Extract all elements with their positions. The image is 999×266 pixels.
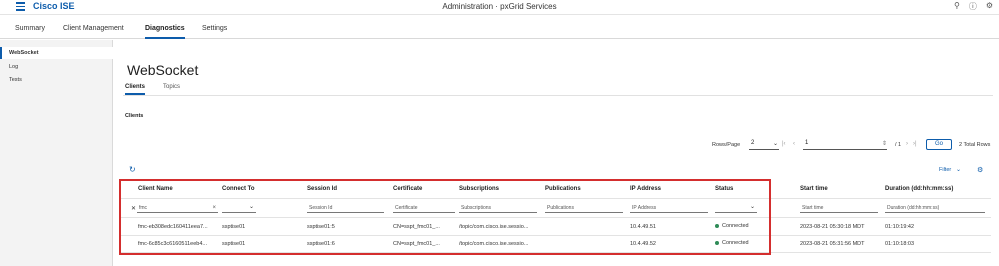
column-header-duration[interactable]: Duration (dd:hh:mm:ss) [885, 186, 953, 192]
tab-client-management[interactable]: Client Management [63, 25, 124, 32]
nav-tabs: Summary Client Management Diagnostics Se… [0, 15, 999, 39]
rows-per-page-value: 2 [751, 140, 755, 146]
settings-icon[interactable]: ⚙ [986, 1, 993, 12]
page-of-label: / 1 [895, 142, 902, 148]
prev-page-icon[interactable]: ‹ [793, 141, 795, 147]
tab-summary[interactable]: Summary [15, 25, 45, 32]
page-number-value: 1 [805, 140, 809, 146]
subtabs-divider [123, 95, 993, 96]
filter-duration[interactable]: Duration (dd:hh:mm:ss) [885, 204, 985, 213]
cell-start-time: 2023-08-21 05:31:56 MDT [800, 241, 865, 247]
tab-diagnostics[interactable]: Diagnostics [145, 25, 185, 32]
first-page-icon[interactable]: |‹ [782, 141, 786, 147]
chevron-down-icon: ⌄ [772, 141, 778, 147]
sidebar: WebSocket Log Tests [0, 40, 113, 266]
cell-duration: 01:10:19:42 [885, 224, 915, 230]
filter-start-time[interactable]: Start time [800, 204, 878, 213]
section-title: Clients [125, 113, 144, 119]
filter-button[interactable]: Filter [939, 167, 951, 173]
subtab-topics[interactable]: Topics [163, 84, 180, 90]
sidebar-item-tests[interactable]: Tests [0, 74, 113, 86]
top-icons: ⚲ ⓘ ⚙ [954, 1, 993, 12]
column-header-start-time[interactable]: Start time [800, 186, 828, 192]
sidebar-item-websocket[interactable]: WebSocket [0, 47, 113, 59]
tab-settings[interactable]: Settings [202, 25, 227, 32]
highlight-annotation-box [119, 179, 771, 255]
cell-duration: 01:10:18:03 [885, 241, 915, 247]
go-button[interactable]: Go [926, 139, 952, 150]
page-number-input[interactable]: 1 ⇕ [803, 140, 887, 150]
sidebar-item-log[interactable]: Log [0, 61, 113, 73]
refresh-icon[interactable]: ↻ [129, 165, 136, 174]
subtab-clients[interactable]: Clients [125, 84, 145, 90]
cell-start-time: 2023-08-21 05:30:18 MDT [800, 224, 865, 230]
active-tab-indicator [145, 37, 185, 39]
help-icon[interactable]: ⓘ [969, 1, 977, 12]
last-page-icon[interactable]: ›| [913, 141, 917, 147]
next-page-icon[interactable]: › [906, 141, 908, 147]
chevron-down-icon[interactable]: ⌄ [956, 166, 961, 173]
search-icon[interactable]: ⚲ [954, 1, 960, 12]
total-rows: 2 Total Rows [959, 142, 991, 148]
rows-per-page-select[interactable]: 2 ⌄ [749, 140, 779, 150]
page-title: WebSocket [127, 62, 199, 78]
app-title: Administration · pxGrid Services [442, 2, 557, 11]
rows-per-page-label: Rows/Page [712, 142, 741, 148]
top-bar: Cisco ISE Administration · pxGrid Servic… [0, 0, 999, 15]
spinner-icon[interactable]: ⇕ [882, 140, 887, 147]
gear-icon[interactable]: ⚙ [977, 166, 983, 174]
